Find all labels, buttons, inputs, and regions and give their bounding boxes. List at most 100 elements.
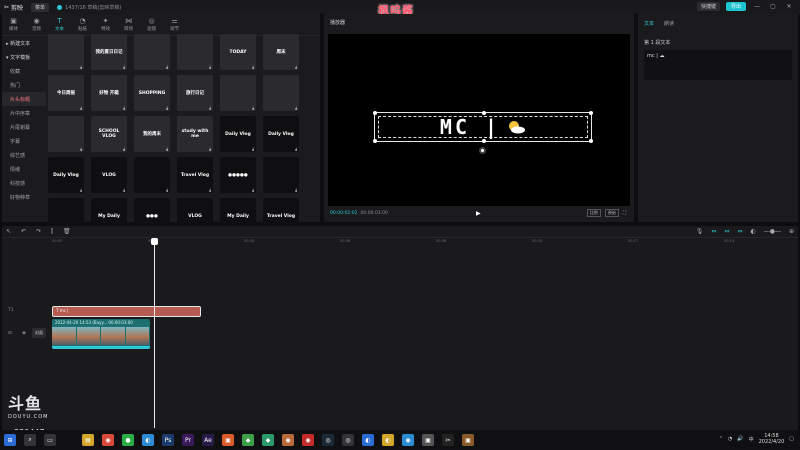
resize-handle-tm[interactable] (482, 111, 486, 115)
template-card[interactable]: ⤓ (177, 34, 213, 70)
download-icon[interactable]: ⤓ (80, 105, 82, 110)
app-red-icon[interactable]: ◉ (302, 434, 314, 446)
time-ruler[interactable]: 00:0000:0200:0400:0600:0800:1000:1200:14 (52, 238, 796, 246)
app-box-icon[interactable]: ▣ (462, 434, 474, 446)
tab-4[interactable]: ✦ 特效 (94, 14, 117, 35)
lock-track-icon[interactable]: ⊟ (8, 331, 12, 336)
template-card[interactable]: 好物 开箱 ⤓ (91, 75, 127, 111)
download-icon[interactable]: ⤓ (123, 187, 125, 192)
microphone-icon[interactable]: 🎙 (696, 228, 704, 235)
download-icon[interactable]: ⤓ (166, 105, 168, 110)
resize-handle-tl[interactable] (373, 111, 377, 115)
download-icon[interactable]: ⤓ (209, 187, 211, 192)
category-item[interactable]: ▸ 新建文本 (2, 36, 46, 50)
tab-0[interactable]: ▣ 媒体 (2, 14, 25, 35)
download-icon[interactable]: ⤓ (252, 187, 254, 192)
app-blue2-icon[interactable]: ◉ (402, 434, 414, 446)
category-item[interactable]: 综艺感 (2, 148, 46, 162)
template-card[interactable]: 我的夏日日记 ⤓ (91, 34, 127, 70)
text-content-input[interactable]: mc | ☁ (644, 50, 792, 80)
tab-read-aloud[interactable]: 朗读 (664, 20, 674, 27)
ratio-button[interactable]: 比例 (586, 209, 601, 217)
folder-icon[interactable]: ▤ (82, 434, 94, 446)
steam-icon[interactable]: ◎ (322, 434, 334, 446)
eye-track-icon[interactable]: ◉ (22, 331, 26, 336)
close-icon[interactable]: ✕ (784, 3, 794, 10)
tab-1[interactable]: ◉ 音频 (25, 14, 48, 35)
download-icon[interactable]: ⤓ (209, 105, 211, 110)
export-button[interactable]: 导出 (725, 2, 746, 11)
video-clip[interactable]: 2022-04-20 14:53 (Buyy... 00:00:03:00 (52, 319, 150, 349)
template-card[interactable]: ⤓ (263, 75, 299, 111)
download-icon[interactable]: ⤓ (252, 64, 254, 69)
app-green2-icon[interactable]: ◆ (262, 434, 274, 446)
zoom-slider[interactable]: ―●― (764, 228, 781, 235)
text-selection-box[interactable]: MC | (373, 111, 593, 143)
play-button[interactable]: ▶ (476, 210, 481, 217)
tab-7[interactable]: ⚌ 调节 (163, 14, 186, 35)
volume-icon[interactable]: 🔊 (737, 436, 743, 442)
template-card[interactable]: Daily Vlog ⤓ (48, 157, 84, 193)
template-card[interactable]: SCHOOL VLOG ⤓ (91, 116, 127, 152)
preview-axis-icon[interactable]: ◐ (750, 228, 755, 235)
menu-button[interactable]: 菜单 (31, 2, 50, 12)
template-card[interactable]: SHOPPING ⤓ (134, 75, 170, 111)
app-green-icon[interactable]: ◆ (242, 434, 254, 446)
playhead-knob[interactable] (151, 238, 158, 245)
download-icon[interactable]: ⤓ (80, 146, 82, 151)
template-card[interactable]: ⤓ (220, 75, 256, 111)
minimize-icon[interactable]: — (752, 3, 762, 10)
search-icon[interactable]: ⌕ (24, 434, 36, 446)
download-icon[interactable]: ⤓ (123, 64, 125, 69)
app-yellow-icon[interactable]: ◐ (382, 434, 394, 446)
fit-timeline-icon[interactable]: ⊕ (789, 228, 794, 235)
resize-handle-tr[interactable] (589, 111, 593, 115)
category-item[interactable]: 片头标题 (2, 92, 46, 106)
download-icon[interactable]: ⤓ (252, 105, 254, 110)
tab-6[interactable]: ◎ 滤镜 (140, 14, 163, 35)
category-item[interactable]: 片中序章 (2, 106, 46, 120)
fullscreen-icon[interactable]: ⛶ (623, 210, 626, 216)
category-item[interactable]: 热门 (2, 78, 46, 92)
category-item[interactable]: 科技感 (2, 176, 46, 190)
cover-button[interactable]: 封面 (32, 328, 46, 338)
split-icon[interactable]: ⫿ (51, 228, 53, 236)
resize-handle-bl[interactable] (373, 139, 377, 143)
rotate-handle[interactable] (479, 147, 486, 154)
template-card[interactable]: VLOG ⤓ (91, 157, 127, 193)
download-icon[interactable]: ⤓ (252, 146, 254, 151)
download-icon[interactable]: ⤓ (123, 105, 125, 110)
download-icon[interactable]: ⤓ (209, 146, 211, 151)
template-card[interactable]: Daily Vlog ⤓ (263, 116, 299, 152)
download-icon[interactable]: ⤓ (80, 64, 82, 69)
tab-3[interactable]: ◔ 贴纸 (71, 14, 94, 35)
tab-5[interactable]: ⋈ 转场 (117, 14, 140, 35)
ime-indicator[interactable]: 中 (749, 436, 754, 443)
redo-icon[interactable]: ↷ (36, 228, 41, 235)
playhead[interactable] (151, 238, 158, 428)
windows-start-icon[interactable]: ⊞ (4, 434, 16, 446)
delete-icon[interactable]: 🗑 (63, 228, 71, 235)
download-icon[interactable]: ⤓ (295, 187, 297, 192)
photoshop-icon[interactable]: Ps (162, 434, 174, 446)
template-card[interactable]: ⤓ (48, 34, 84, 70)
template-card[interactable]: TODAY ⤓ (220, 34, 256, 70)
category-item[interactable]: 片尾谢幕 (2, 120, 46, 134)
auto-snap-icon[interactable]: ⇔ (724, 228, 729, 235)
select-tool-icon[interactable]: ↖ (6, 228, 11, 235)
template-card[interactable]: ⤓ (134, 34, 170, 70)
template-card[interactable]: ●●●●● ⤓ (220, 157, 256, 193)
template-card[interactable]: Daily Vlog ⤓ (220, 116, 256, 152)
task-view-icon[interactable]: ▭ (44, 434, 56, 446)
clock[interactable]: 14:58 2022/4/20 (759, 433, 785, 445)
download-icon[interactable]: ⤓ (166, 64, 168, 69)
template-card[interactable]: 周末 ⤓ (263, 34, 299, 70)
obs-icon[interactable]: ◎ (342, 434, 354, 446)
download-icon[interactable]: ⤓ (166, 187, 168, 192)
app-blue-icon[interactable]: ◐ (362, 434, 374, 446)
download-icon[interactable]: ⤓ (295, 105, 297, 110)
notification-icon[interactable]: ▢ (789, 436, 794, 442)
app-gray-icon[interactable]: ▣ (422, 434, 434, 446)
app-active-icon[interactable]: ◉ (282, 434, 294, 446)
template-card[interactable]: ⤓ (134, 157, 170, 193)
